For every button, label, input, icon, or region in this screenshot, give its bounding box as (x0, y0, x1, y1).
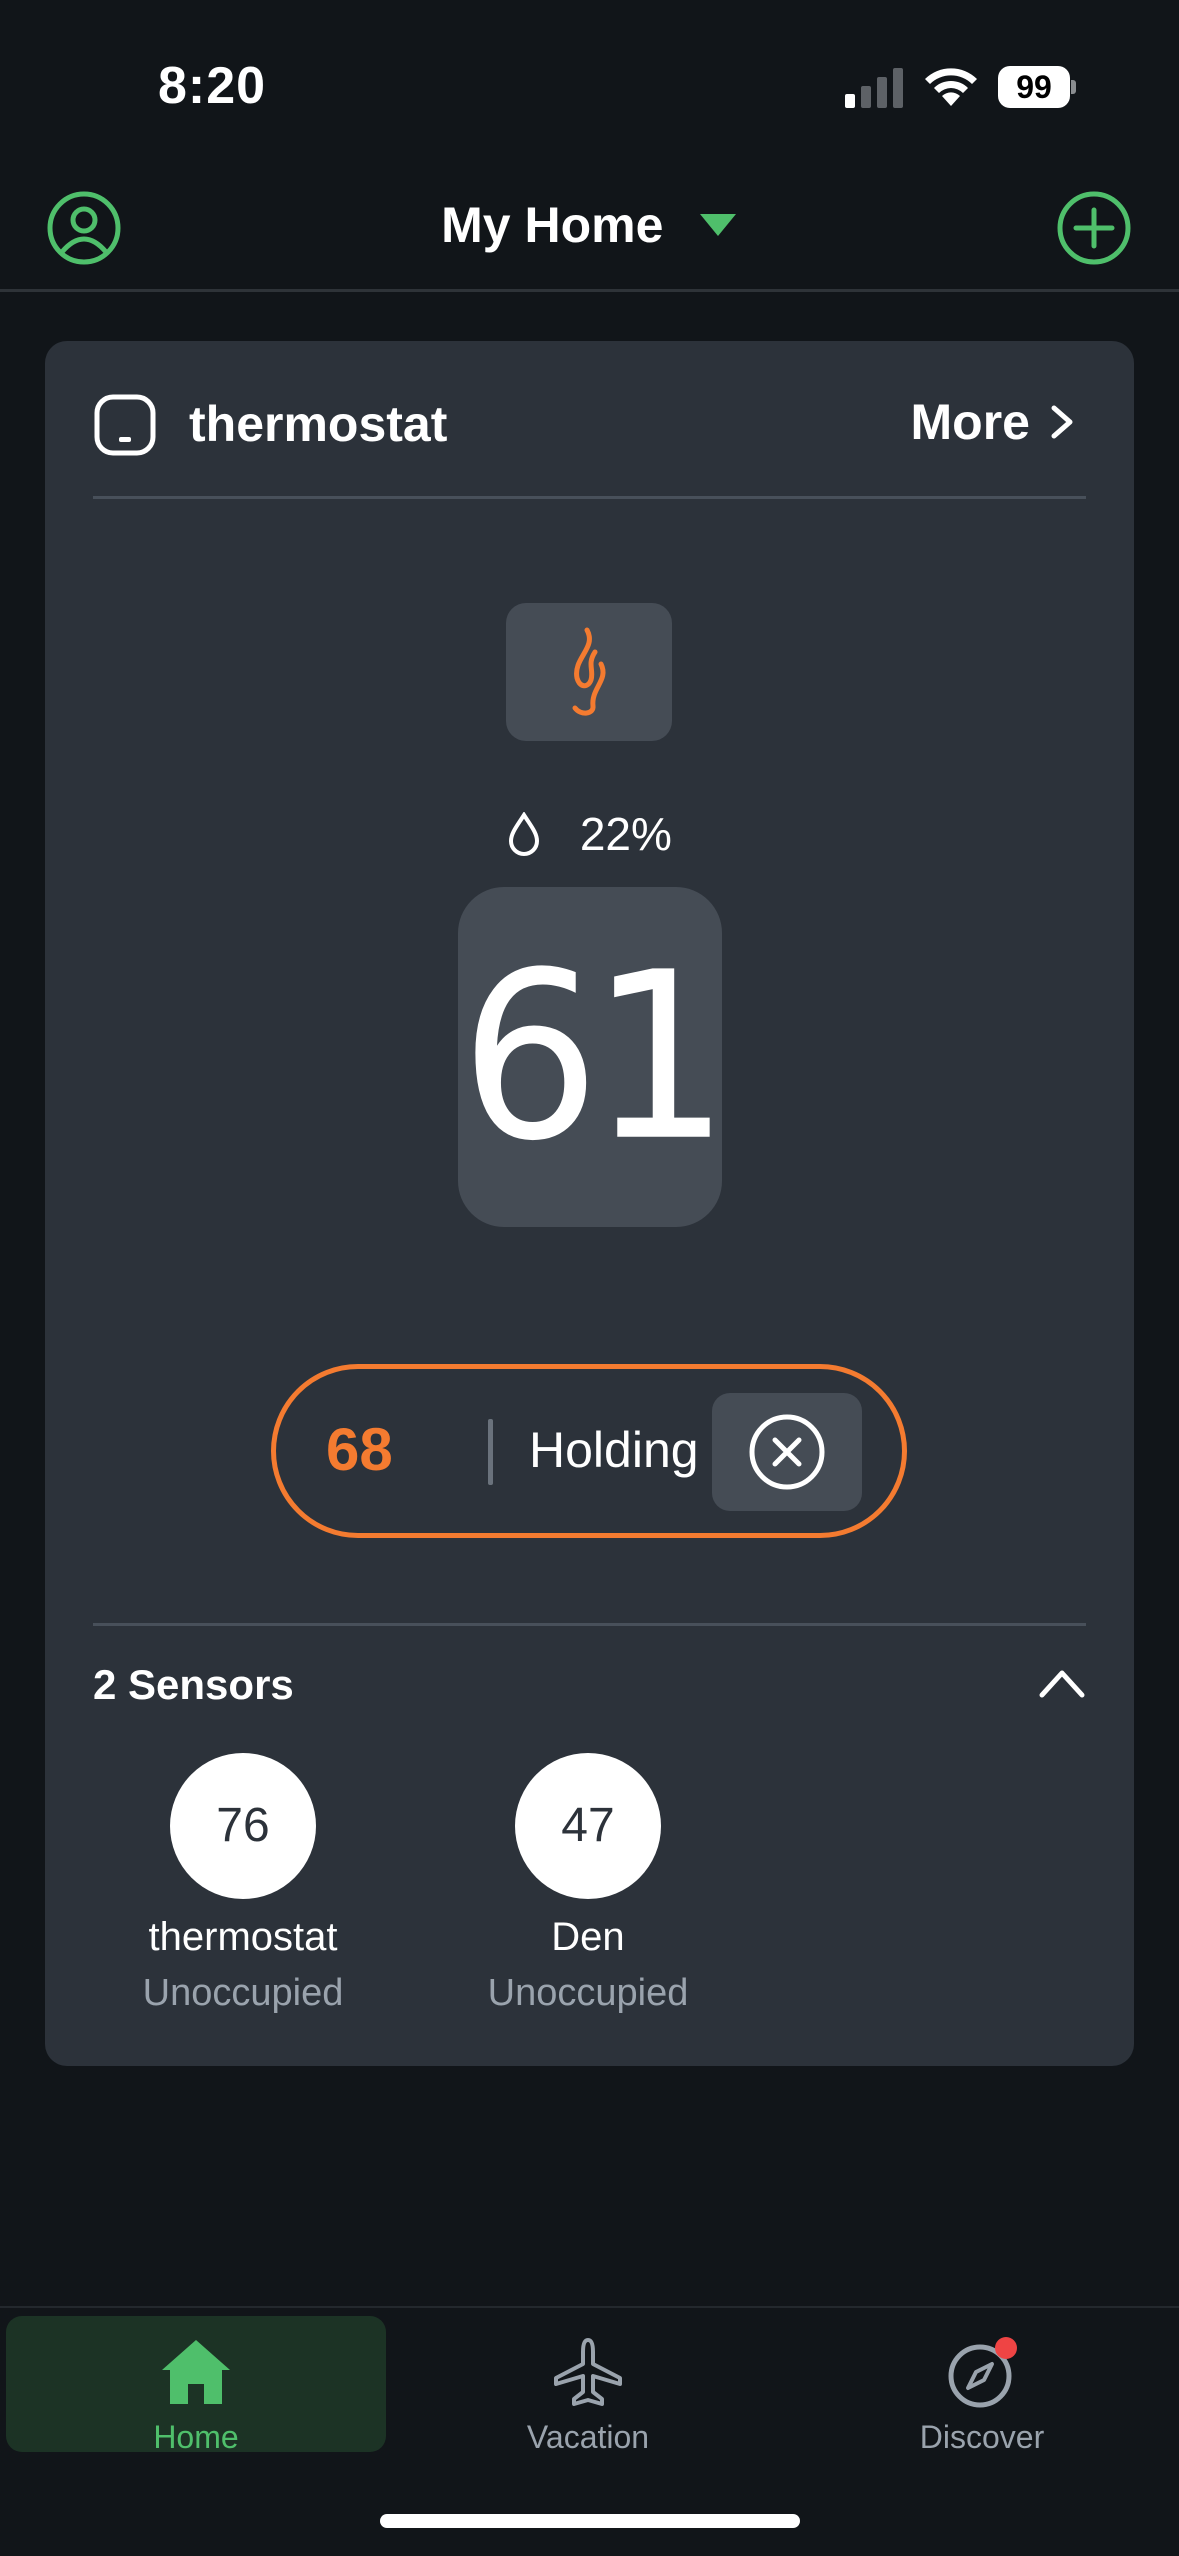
hold-status-pill[interactable]: 68 Holding (271, 1364, 907, 1538)
hold-setpoint: 68 (326, 1416, 393, 1483)
thermostat-device-icon (94, 394, 156, 456)
flame-icon (572, 627, 606, 716)
sensors-title: 2 Sensors (93, 1661, 294, 1708)
tab-vacation[interactable]: Vacation (398, 2316, 778, 2455)
battery-tip (1071, 80, 1076, 94)
cellular-signal-icon (845, 68, 903, 108)
sensor-name: thermostat (148, 1915, 338, 1959)
app-header: My Home (0, 170, 1179, 292)
heat-mode-button[interactable] (506, 603, 672, 741)
home-indicator (380, 2514, 800, 2528)
tab-label: Discover (919, 2419, 1045, 2455)
more-label: More (910, 394, 1030, 450)
battery-indicator: 99 (998, 66, 1076, 108)
tab-home[interactable]: Home (6, 2316, 386, 2455)
plus-circle-icon[interactable] (1056, 190, 1132, 266)
chevron-up-icon[interactable] (1037, 1663, 1087, 1703)
hold-divider (488, 1419, 493, 1485)
sensor-occupancy: Unoccupied (487, 1972, 689, 2014)
sensor-temperature: 76 (170, 1753, 316, 1899)
sensor-name: Den (551, 1915, 625, 1959)
status-bar: 8:20 99 (0, 0, 1179, 170)
tab-label: Vacation (526, 2419, 650, 2455)
sensor-occupancy: Unoccupied (142, 1972, 344, 2014)
sensor-item[interactable]: 47 Den Unoccupied (448, 1753, 728, 2015)
app-screen: 8:20 99 My Home thermostat More 22% 61 6… (0, 0, 1179, 2556)
battery-level: 99 (998, 66, 1070, 108)
water-drop-icon (509, 811, 540, 856)
tab-label: Home (153, 2419, 239, 2455)
chevron-right-icon (1051, 405, 1073, 439)
more-button[interactable]: More (911, 393, 1074, 451)
airplane-icon (554, 2338, 622, 2406)
home-selector[interactable]: My Home (0, 196, 1179, 254)
humidity-value: 22% (579, 807, 672, 860)
house-icon (162, 2340, 230, 2404)
card-header: thermostat More (93, 341, 1086, 499)
current-temperature: 61 (460, 922, 730, 1192)
sensor-item[interactable]: 76 thermostat Unoccupied (103, 1753, 383, 2015)
close-circle-icon (749, 1414, 825, 1490)
current-temperature-panel[interactable]: 61 (458, 887, 730, 1227)
sensors-divider (93, 1623, 1086, 1626)
status-time: 8:20 (158, 57, 267, 115)
humidity-readout: 22% (45, 803, 1134, 861)
device-name: thermostat (189, 396, 448, 452)
tab-discover[interactable]: Discover (792, 2316, 1172, 2455)
compass-icon (948, 2337, 1017, 2408)
caret-down-icon (699, 214, 736, 236)
thermostat-card: thermostat More 22% 61 68 Holding 2 Sens… (45, 341, 1134, 2066)
cancel-hold-button[interactable] (712, 1393, 862, 1511)
hold-label: Holding (529, 1422, 699, 1478)
home-title: My Home (441, 197, 664, 253)
sensor-temperature: 47 (515, 1753, 661, 1899)
wifi-icon (925, 68, 977, 106)
